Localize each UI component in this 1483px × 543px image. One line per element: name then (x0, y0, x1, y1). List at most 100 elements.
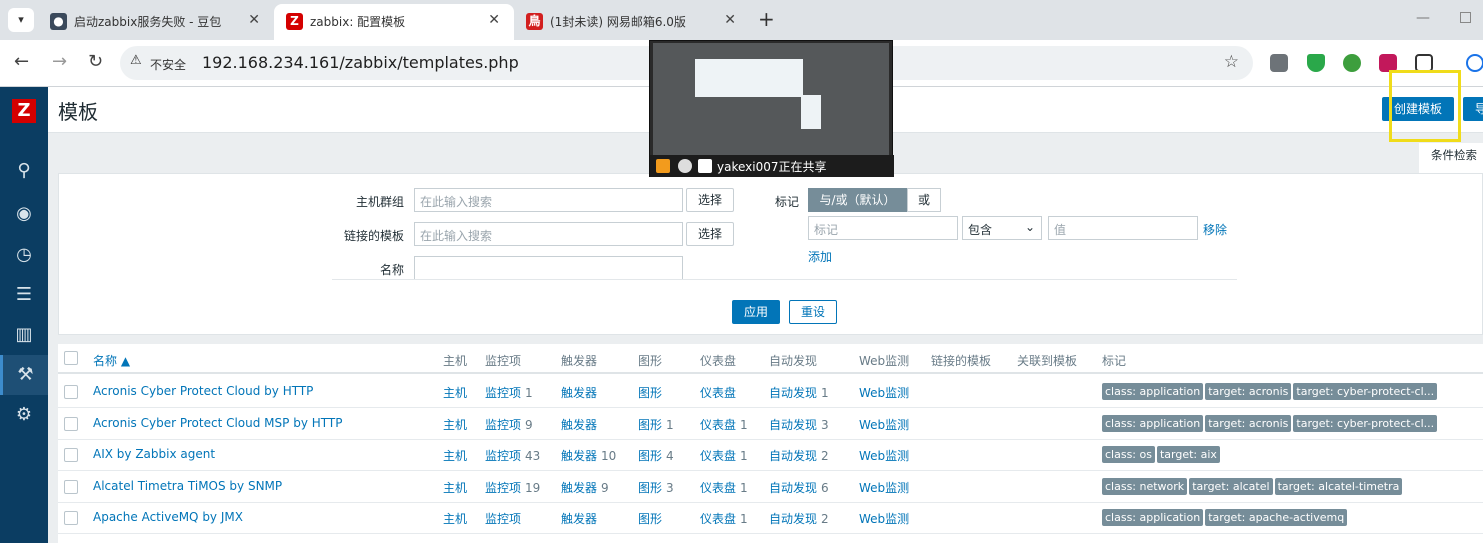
dashboards-label[interactable]: 仪表盘 (700, 386, 736, 400)
row-triggers-link[interactable]: 触发器 (561, 384, 601, 401)
extension-icon[interactable] (1270, 54, 1288, 72)
template-name-link[interactable]: Acronis Cyber Protect Cloud MSP by HTTP (93, 416, 342, 430)
row-dashboards-link[interactable]: 仪表盘 1 (700, 479, 748, 496)
row-triggers-link[interactable]: 触发器 (561, 416, 601, 433)
template-name-link[interactable]: Acronis Cyber Protect Cloud by HTTP (93, 384, 313, 398)
row-checkbox[interactable] (64, 448, 78, 462)
tag-badge[interactable]: target: aix (1156, 446, 1220, 463)
tag-badge[interactable]: target: acronis (1205, 383, 1292, 400)
apply-button[interactable]: 应用 (732, 300, 780, 324)
monitoring-eye-icon[interactable]: ◉ (0, 194, 48, 234)
dashboards-label[interactable]: 仪表盘 (700, 449, 736, 463)
row-hosts-link[interactable]: 主机 (443, 510, 467, 527)
row-items-link[interactable]: 监控项 19 (485, 479, 540, 496)
row-hosts-link[interactable]: 主机 (443, 384, 467, 401)
reload-icon[interactable]: ↻ (88, 52, 103, 72)
globe-extension-icon[interactable] (1343, 54, 1361, 72)
row-triggers-link[interactable]: 触发器 10 (561, 447, 616, 464)
linked-template-select-button[interactable]: 选择 (686, 222, 734, 246)
items-label[interactable]: 监控项 (485, 449, 521, 463)
filter-tab[interactable]: 条件检索 (1419, 143, 1483, 173)
column-name-header[interactable]: 名称 ▲ (93, 352, 130, 369)
row-discovery-link[interactable]: 自动发现 3 (769, 416, 829, 433)
search-icon[interactable]: ⚲ (0, 151, 48, 191)
row-dashboards-link[interactable]: 仪表盘 1 (700, 510, 748, 527)
row-items-link[interactable]: 监控项 43 (485, 447, 540, 464)
tag-operator-select[interactable]: 包含 ⌄ (962, 216, 1042, 240)
row-dashboards-link[interactable]: 仪表盘 1 (700, 447, 748, 464)
select-all-checkbox[interactable] (64, 351, 78, 365)
dashboards-label[interactable]: 仪表盘 (700, 418, 736, 432)
template-name-link[interactable]: AIX by Zabbix agent (93, 447, 215, 461)
discovery-label[interactable]: 自动发现 (769, 512, 817, 526)
graphs-label[interactable]: 图形 (638, 418, 662, 432)
triggers-label[interactable]: 触发器 (561, 418, 597, 432)
triggers-label[interactable]: 触发器 (561, 481, 597, 495)
services-clock-icon[interactable]: ◷ (0, 235, 48, 275)
row-checkbox[interactable] (64, 479, 78, 494)
hosts-label[interactable]: 主机 (443, 481, 467, 495)
dashboards-label[interactable]: 仪表盘 (700, 512, 736, 526)
triggers-label[interactable]: 触发器 (561, 512, 597, 526)
items-label[interactable]: 监控项 (485, 386, 521, 400)
web-label[interactable]: Web监测 (859, 481, 909, 495)
row-graphs-link[interactable]: 图形 1 (638, 416, 674, 433)
browser-tab-doubao[interactable]: ● 启动zabbix服务失败 - 豆包 ✕ (38, 4, 274, 40)
discovery-label[interactable]: 自动发现 (769, 449, 817, 463)
triggers-label[interactable]: 触发器 (561, 449, 597, 463)
remove-tag-link[interactable]: 移除 (1203, 221, 1227, 238)
web-label[interactable]: Web监测 (859, 512, 909, 526)
dashboards-label[interactable]: 仪表盘 (700, 481, 736, 495)
tag-badge[interactable]: class: os (1102, 446, 1155, 463)
tag-badge[interactable]: target: apache-activemq (1205, 509, 1348, 526)
row-discovery-link[interactable]: 自动发现 6 (769, 479, 829, 496)
row-discovery-link[interactable]: 自动发现 2 (769, 510, 829, 527)
hosts-label[interactable]: 主机 (443, 449, 467, 463)
tag-badge[interactable]: target: cyber-protect-cl... (1293, 383, 1438, 400)
tab-search-chevron-icon[interactable]: ▾ (8, 8, 34, 32)
tag-badge[interactable]: class: application (1102, 383, 1204, 400)
tag-value-input[interactable]: 值 (1048, 216, 1198, 240)
reset-button[interactable]: 重设 (789, 300, 837, 324)
discovery-label[interactable]: 自动发现 (769, 418, 817, 432)
items-label[interactable]: 监控项 (485, 512, 521, 526)
row-discovery-link[interactable]: 自动发现 1 (769, 384, 829, 401)
row-graphs-link[interactable]: 图形 3 (638, 479, 674, 496)
tag-badge[interactable]: class: application (1102, 509, 1204, 526)
bookmark-star-icon[interactable]: ☆ (1224, 52, 1239, 72)
graphs-label[interactable]: 图形 (638, 449, 662, 463)
row-checkbox[interactable] (64, 385, 78, 399)
items-label[interactable]: 监控项 (485, 481, 521, 495)
reports-chart-icon[interactable]: ▥ (0, 315, 48, 355)
host-group-input[interactable]: 在此输入搜索 (414, 188, 683, 212)
row-web-link[interactable]: Web监测 (859, 510, 909, 527)
microphone-icon[interactable] (678, 159, 692, 173)
import-button[interactable]: 导 (1463, 97, 1483, 121)
discovery-label[interactable]: 自动发现 (769, 481, 817, 495)
template-name-link[interactable]: Apache ActiveMQ by JMX (93, 510, 243, 524)
host-group-select-button[interactable]: 选择 (686, 188, 734, 212)
web-label[interactable]: Web监测 (859, 418, 909, 432)
row-triggers-link[interactable]: 触发器 (561, 510, 601, 527)
url-text[interactable]: 192.168.234.161/zabbix/templates.php (202, 53, 519, 72)
template-name-link[interactable]: Alcatel Timetra TiMOS by SNMP (93, 479, 282, 493)
tag-badge[interactable]: target: alcatel (1189, 477, 1273, 495)
inventory-list-icon[interactable]: ☰ (0, 275, 48, 315)
row-hosts-link[interactable]: 主机 (443, 416, 467, 433)
row-web-link[interactable]: Web监测 (859, 447, 909, 464)
graphs-label[interactable]: 图形 (638, 512, 662, 526)
shield-extension-icon[interactable] (1307, 54, 1325, 72)
tag-name-input[interactable]: 标记 (808, 216, 958, 240)
row-web-link[interactable]: Web监测 (859, 384, 909, 401)
hosts-label[interactable]: 主机 (443, 418, 467, 432)
screen-share-overlay[interactable]: yakexi007正在共享 (649, 40, 894, 177)
items-label[interactable]: 监控项 (485, 418, 521, 432)
close-tab-icon[interactable]: ✕ (488, 12, 500, 28)
discovery-label[interactable]: 自动发现 (769, 386, 817, 400)
tag-badge[interactable]: target: acronis (1205, 414, 1292, 432)
back-icon[interactable]: ← (14, 52, 29, 72)
graphs-label[interactable]: 图形 (638, 481, 662, 495)
and-or-default-toggle[interactable]: 与/或（默认） (808, 188, 907, 212)
row-checkbox[interactable] (64, 511, 78, 525)
row-graphs-link[interactable]: 图形 (638, 510, 666, 527)
